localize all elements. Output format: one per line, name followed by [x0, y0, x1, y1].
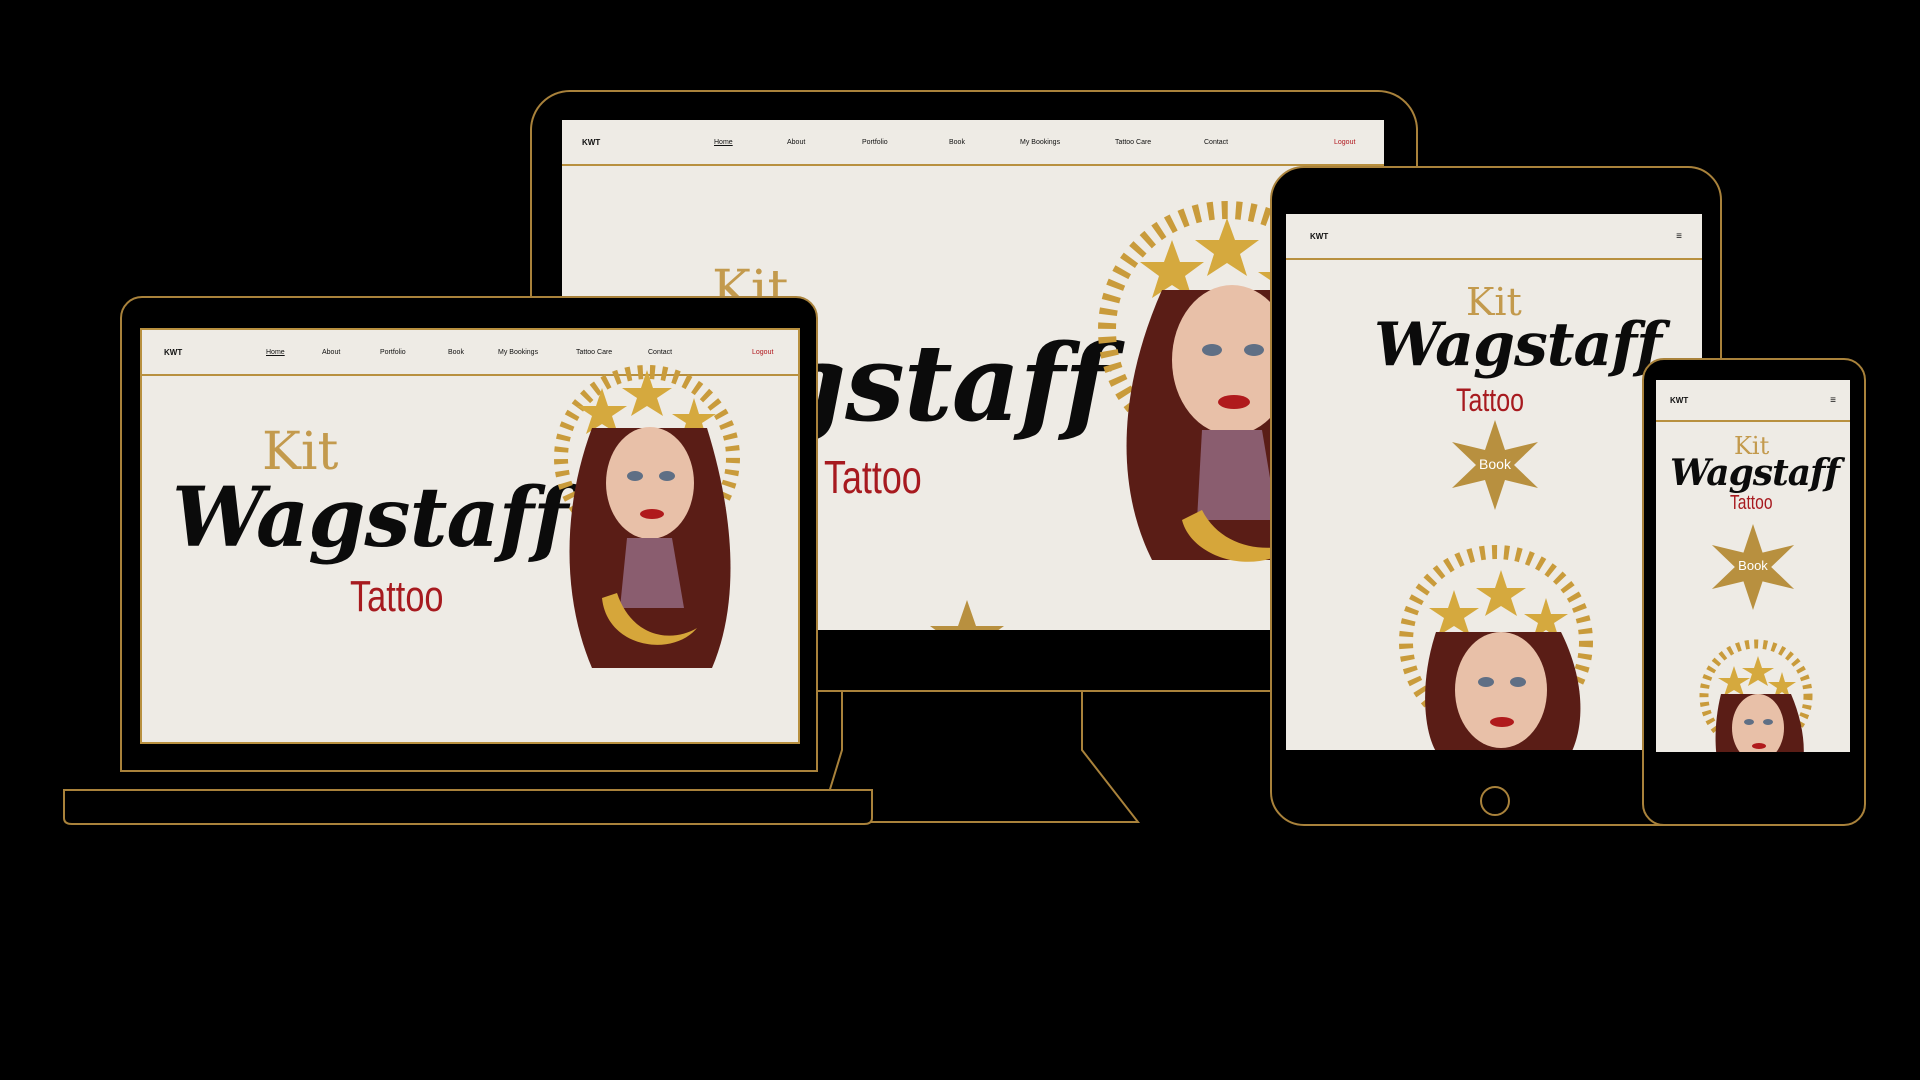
tablet-screen-bottom-strip [1286, 750, 1702, 760]
portrait-illustration [554, 365, 740, 668]
star-icon [1429, 570, 1568, 639]
hero-tattoo: Tattoo [1730, 492, 1773, 514]
tablet-screen: KWT ≡ Kit Wagstaff Tattoo Book [1286, 214, 1702, 760]
brand-logo[interactable]: KWT [582, 138, 600, 147]
hamburger-menu-icon[interactable]: ≡ [1830, 395, 1836, 406]
nav-tattoo-care[interactable]: Tattoo Care [1115, 139, 1151, 146]
book-button[interactable]: Book [1710, 524, 1796, 610]
hero-tattoo: Tattoo [824, 451, 922, 503]
nav-home[interactable]: Home [266, 349, 285, 356]
desktop-navbar: KWT Home About Portfolio Book My Booking… [562, 120, 1384, 166]
portrait-illustration [1399, 545, 1593, 760]
nav-book[interactable]: Book [448, 349, 464, 356]
tablet-home-button[interactable] [1480, 786, 1510, 816]
nav-about[interactable]: About [322, 349, 340, 356]
phone-screen-bottom-strip [1656, 752, 1850, 798]
laptop-screen: KWT Home About Portfolio Book My Booking… [140, 328, 800, 744]
hero-tattoo: Tattoo [1456, 382, 1524, 418]
hero-tattoo: Tattoo [350, 572, 444, 621]
brand-logo[interactable]: KWT [1670, 396, 1688, 405]
hero-wagstaff: Wagstaff [172, 470, 568, 566]
nav-portfolio[interactable]: Portfolio [380, 349, 406, 356]
logout-link[interactable]: Logout [1334, 139, 1355, 146]
book-star-icon[interactable] [912, 600, 1022, 630]
hamburger-menu-icon[interactable]: ≡ [1676, 231, 1682, 242]
book-label: Book [1479, 456, 1511, 472]
nav-about[interactable]: About [787, 139, 805, 146]
nav-home[interactable]: Home [714, 139, 733, 146]
nav-contact[interactable]: Contact [1204, 139, 1228, 146]
brand-logo[interactable]: KWT [1310, 232, 1328, 241]
nav-book[interactable]: Book [949, 139, 965, 146]
book-label: Book [1738, 558, 1768, 573]
nav-portfolio[interactable]: Portfolio [862, 139, 888, 146]
hero-wagstaff: Wagstaff [1670, 452, 1840, 494]
book-button[interactable]: Book [1450, 420, 1540, 510]
brand-logo[interactable]: KWT [164, 348, 182, 357]
laptop-base [63, 789, 873, 825]
hero-wagstaff: Wagstaff [1374, 310, 1662, 380]
star-icon [1718, 656, 1796, 698]
nav-my-bookings[interactable]: My Bookings [1020, 139, 1060, 146]
phone-screen: KWT ≡ Kit Wagstaff Tattoo Book [1656, 380, 1850, 798]
hero-wagstaff: gstaff [772, 320, 1110, 445]
phone-navbar: KWT ≡ [1656, 380, 1850, 422]
tablet-navbar: KWT ≡ [1286, 214, 1702, 260]
